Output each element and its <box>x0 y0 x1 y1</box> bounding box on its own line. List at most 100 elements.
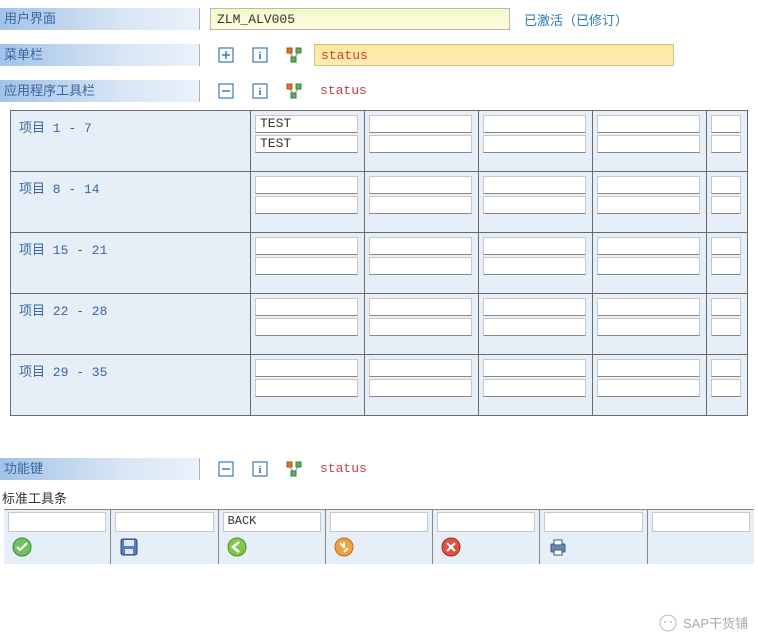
blank-icon <box>652 532 750 562</box>
menubar-label: 菜单栏 <box>0 44 200 66</box>
wechat-icon <box>659 614 677 632</box>
user-interface-field[interactable]: ZLM_ALV005 <box>210 8 510 30</box>
user-interface-label: 用户界面 <box>0 8 200 30</box>
exit-icon[interactable] <box>330 532 428 562</box>
grid-cell-input[interactable] <box>483 196 586 214</box>
toolbar-cell-label[interactable] <box>8 512 106 532</box>
grid-cell-input[interactable] <box>597 379 700 397</box>
items-grid: 项目 1 - 7 TEST TEST 项目 8 - 14 项目 15 - 21 … <box>10 110 748 416</box>
grid-cell-input[interactable] <box>597 359 700 377</box>
toolbar-cell-label[interactable] <box>115 512 213 532</box>
toolbar-cell <box>433 510 540 564</box>
watermark: SAP干货铺 <box>659 613 748 632</box>
grid-cell-input[interactable] <box>597 196 700 214</box>
cancel-icon[interactable] <box>437 532 535 562</box>
grid-row-label: 项目 8 - 14 <box>11 172 251 232</box>
grid-cell-input[interactable] <box>483 257 586 275</box>
grid-cell-input[interactable] <box>369 196 472 214</box>
grid-cell-input[interactable] <box>255 298 358 316</box>
grid-cell-input[interactable] <box>711 318 741 336</box>
grid-cell-input[interactable]: TEST <box>255 115 358 133</box>
grid-row: 项目 8 - 14 <box>11 172 747 233</box>
print-icon[interactable] <box>544 532 642 562</box>
toolbar-cell <box>648 510 754 564</box>
grid-row-label: 项目 22 - 28 <box>11 294 251 354</box>
grid-cell-input[interactable] <box>255 257 358 275</box>
info-icon[interactable]: i <box>252 83 268 99</box>
grid-cell-input[interactable] <box>711 196 741 214</box>
grid-cell-input[interactable] <box>711 176 741 194</box>
grid-cell-input[interactable] <box>369 379 472 397</box>
grid-cell-input[interactable] <box>711 135 741 153</box>
collapse-icon[interactable] <box>218 83 234 99</box>
grid-cell-input[interactable] <box>255 176 358 194</box>
expand-icon[interactable] <box>218 47 234 63</box>
grid-row: 项目 1 - 7 TEST TEST <box>11 111 747 172</box>
grid-cell-input[interactable] <box>369 135 472 153</box>
save-icon[interactable] <box>115 532 213 562</box>
grid-cell-input[interactable] <box>369 318 472 336</box>
grid-cell-input[interactable] <box>369 115 472 133</box>
grid-cell-input[interactable] <box>483 176 586 194</box>
grid-cell-input[interactable] <box>255 318 358 336</box>
collapse-icon[interactable] <box>218 461 234 477</box>
funckeys-label: 功能键 <box>0 458 200 480</box>
grid-row: 项目 22 - 28 <box>11 294 747 355</box>
hierarchy-icon[interactable] <box>286 83 302 99</box>
grid-cell-input[interactable] <box>483 237 586 255</box>
grid-cell-input[interactable] <box>483 318 586 336</box>
grid-cell-input[interactable] <box>711 298 741 316</box>
grid-cell-input[interactable] <box>597 115 700 133</box>
grid-cell-input[interactable] <box>483 359 586 377</box>
grid-cell-input[interactable] <box>597 257 700 275</box>
hierarchy-icon[interactable] <box>286 47 302 63</box>
grid-cell-input[interactable] <box>711 237 741 255</box>
toolbar-cell-label[interactable]: BACK <box>223 512 321 532</box>
grid-cell-input[interactable] <box>369 257 472 275</box>
hierarchy-icon[interactable] <box>286 461 302 477</box>
grid-cell-input[interactable] <box>711 379 741 397</box>
svg-text:i: i <box>258 464 261 476</box>
funckeys-status-field: status <box>314 458 367 480</box>
grid-cell-input[interactable] <box>483 135 586 153</box>
ok-icon[interactable] <box>8 532 106 562</box>
grid-cell-input[interactable] <box>483 115 586 133</box>
std-toolbar-label: 标准工具条 <box>2 488 758 507</box>
grid-cell-input[interactable] <box>483 298 586 316</box>
grid-cell-input[interactable] <box>255 196 358 214</box>
toolbar-cell-label[interactable] <box>330 512 428 532</box>
app-toolbar-status-field: status <box>314 80 367 102</box>
grid-cell-input[interactable] <box>597 318 700 336</box>
toolbar-cell <box>4 510 111 564</box>
grid-row: 项目 15 - 21 <box>11 233 747 294</box>
grid-cell-input[interactable] <box>255 379 358 397</box>
back-icon[interactable] <box>223 532 321 562</box>
menubar-status-field[interactable]: status <box>314 44 674 66</box>
grid-cell-input[interactable] <box>369 237 472 255</box>
toolbar-cell-label[interactable] <box>544 512 642 532</box>
grid-cell-input[interactable] <box>369 298 472 316</box>
grid-cell-input[interactable]: TEST <box>255 135 358 153</box>
toolbar-cell <box>111 510 218 564</box>
info-icon[interactable]: i <box>252 461 268 477</box>
grid-cell-input[interactable] <box>711 359 741 377</box>
grid-cell-input[interactable] <box>369 176 472 194</box>
standard-toolbar: BACK <box>4 509 754 564</box>
activation-status: 已激活（已修订） <box>524 10 628 29</box>
grid-cell-input[interactable] <box>483 379 586 397</box>
toolbar-cell <box>326 510 433 564</box>
info-icon[interactable]: i <box>252 47 268 63</box>
grid-cell-input[interactable] <box>369 359 472 377</box>
grid-cell-input[interactable] <box>711 115 741 133</box>
toolbar-cell-label[interactable] <box>652 512 750 532</box>
toolbar-cell-label[interactable] <box>437 512 535 532</box>
grid-cell-input[interactable] <box>255 237 358 255</box>
grid-cell-input[interactable] <box>597 237 700 255</box>
grid-cell-input[interactable] <box>711 257 741 275</box>
grid-row-label: 项目 29 - 35 <box>11 355 251 415</box>
grid-cell-input[interactable] <box>597 298 700 316</box>
grid-cell-input[interactable] <box>255 359 358 377</box>
grid-cell-input[interactable] <box>597 135 700 153</box>
grid-cell-input[interactable] <box>597 176 700 194</box>
toolbar-cell <box>540 510 647 564</box>
